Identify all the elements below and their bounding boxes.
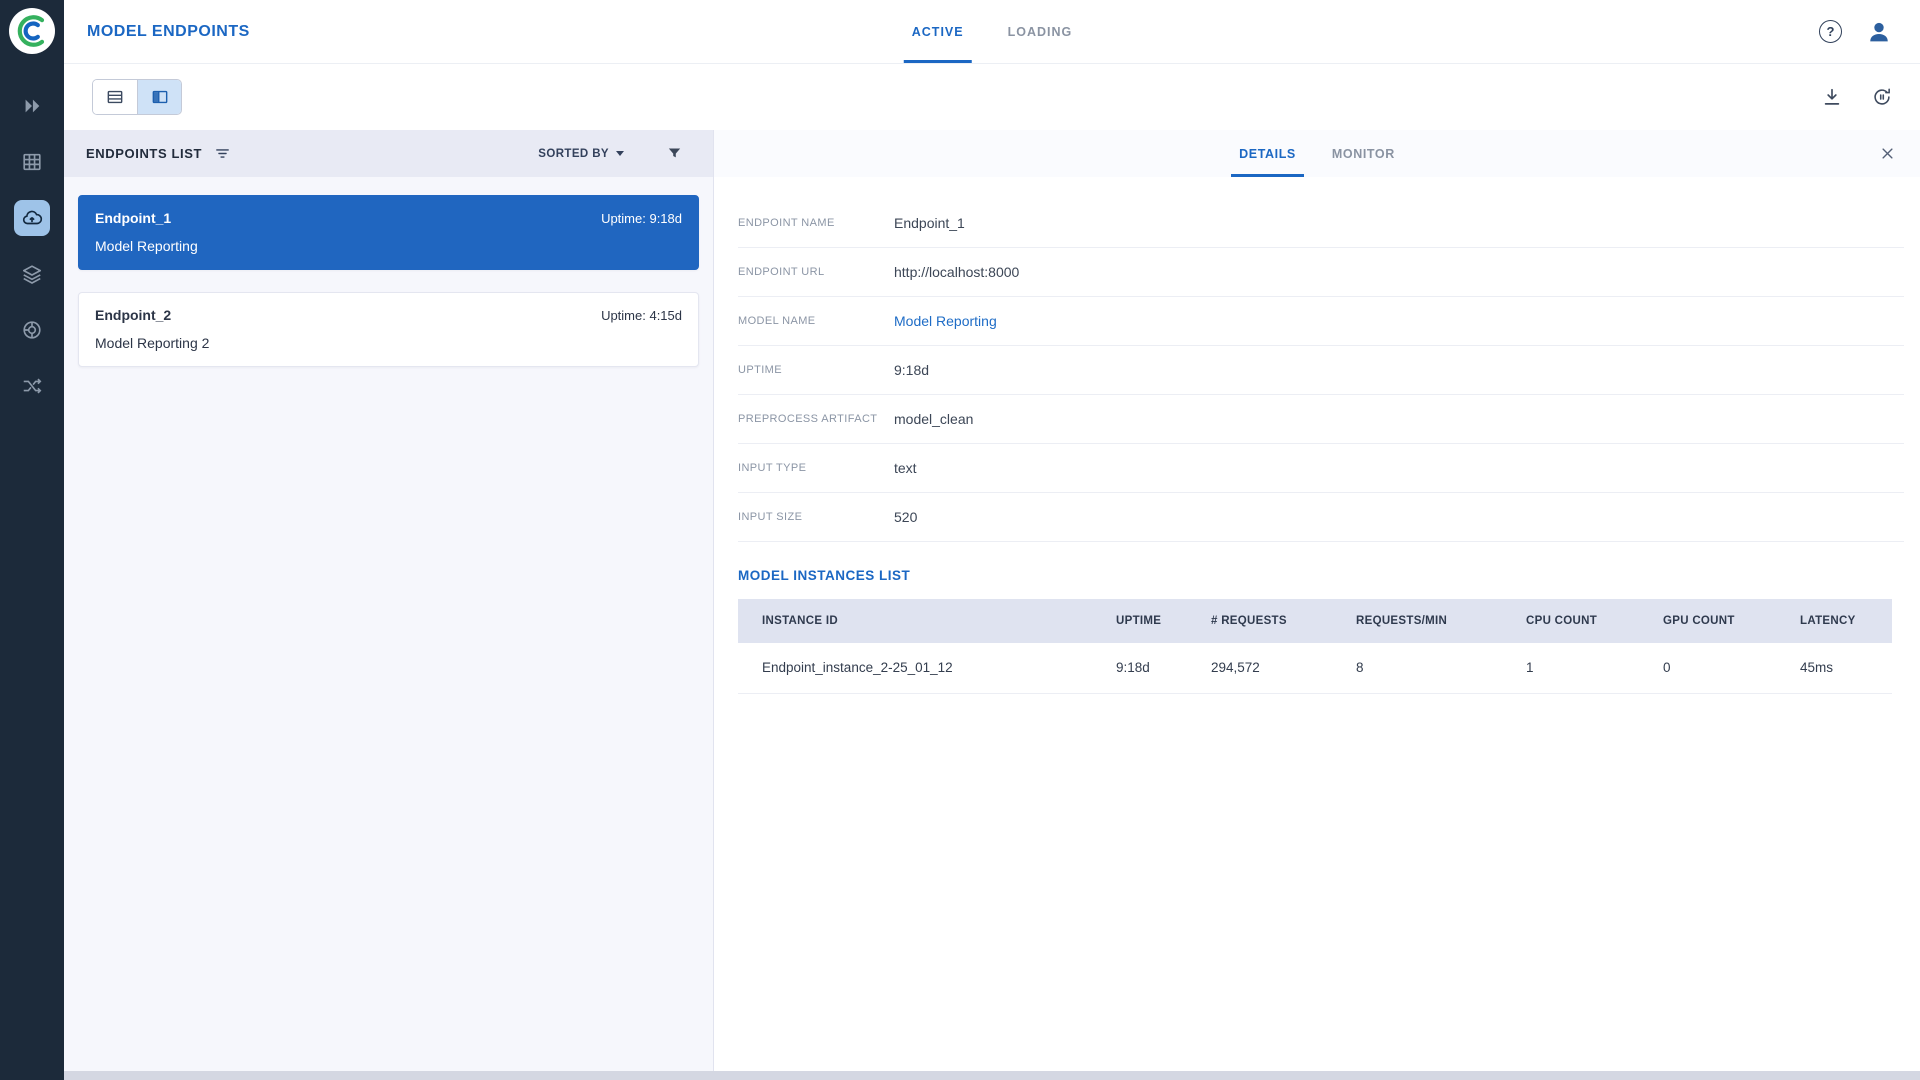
- top-header: MODEL ENDPOINTS ACTIVE LOADING ?: [64, 0, 1920, 64]
- endpoints-list-title: ENDPOINTS LIST: [86, 146, 202, 161]
- field-row: MODEL NAME Model Reporting: [738, 297, 1904, 346]
- field-row: INPUT TYPE text: [738, 444, 1904, 493]
- projects-grid-icon[interactable]: [14, 144, 50, 180]
- endpoint-item-top: Endpoint_2 Uptime: 4:15d: [95, 307, 682, 323]
- col-requests-min: REQUESTS/MIN: [1348, 599, 1518, 643]
- filter-list-icon[interactable]: [214, 145, 231, 162]
- endpoint-list-item[interactable]: Endpoint_2 Uptime: 4:15d Model Reporting…: [78, 292, 699, 367]
- cell-latency: 45ms: [1792, 643, 1892, 693]
- download-icon[interactable]: [1820, 85, 1844, 109]
- logo-glyph: [12, 11, 52, 51]
- sorted-by-label: SORTED BY: [538, 148, 609, 160]
- sidebar: [0, 0, 64, 1080]
- col-instance-id: INSTANCE ID: [738, 599, 1108, 643]
- header-right: ?: [1819, 17, 1894, 47]
- cell-requests: 294,572: [1203, 643, 1348, 693]
- table-view-icon[interactable]: [93, 80, 137, 114]
- model-endpoints-icon[interactable]: [14, 200, 50, 236]
- field-value: Endpoint_1: [894, 215, 965, 231]
- col-requests: # REQUESTS: [1203, 599, 1348, 643]
- main-area: MODEL ENDPOINTS ACTIVE LOADING ?: [64, 0, 1920, 1080]
- toolbar-right: [1820, 85, 1894, 109]
- field-value: http://localhost:8000: [894, 264, 1019, 280]
- model-instances-title: MODEL INSTANCES LIST: [738, 568, 1892, 583]
- field-label: UPTIME: [738, 364, 894, 376]
- field-label: MODEL NAME: [738, 315, 894, 327]
- table-header-row: INSTANCE ID UPTIME # REQUESTS REQUESTS/M…: [738, 599, 1892, 643]
- endpoint-name: Endpoint_1: [95, 210, 171, 226]
- filter-funnel-icon[interactable]: [666, 145, 683, 162]
- datasets-icon[interactable]: [14, 312, 50, 348]
- horizontal-scrollbar[interactable]: [64, 1071, 1920, 1080]
- tab-active[interactable]: ACTIVE: [890, 0, 986, 63]
- cell-instance-id: Endpoint_instance_2-25_01_12: [738, 643, 1108, 693]
- model-instances-table: INSTANCE ID UPTIME # REQUESTS REQUESTS/M…: [738, 599, 1892, 694]
- header-tabs: ACTIVE LOADING: [890, 0, 1094, 63]
- double-chevron-icon[interactable]: [14, 88, 50, 124]
- sorted-by-dropdown[interactable]: SORTED BY: [538, 148, 624, 160]
- field-row: INPUT SIZE 520: [738, 493, 1904, 542]
- endpoint-model: Model Reporting 2: [95, 335, 682, 351]
- details-fields: ENDPOINT NAME Endpoint_1 ENDPOINT URL ht…: [738, 199, 1904, 542]
- table-row[interactable]: Endpoint_instance_2-25_01_12 9:18d 294,5…: [738, 643, 1892, 693]
- layers-icon[interactable]: [14, 256, 50, 292]
- endpoint-item-top: Endpoint_1 Uptime: 9:18d: [95, 210, 682, 226]
- content-split: ENDPOINTS LIST SORTED BY En: [64, 130, 1920, 1079]
- close-icon[interactable]: [1876, 143, 1898, 165]
- clearml-logo[interactable]: [9, 8, 55, 54]
- help-icon[interactable]: ?: [1819, 20, 1842, 43]
- field-label: INPUT TYPE: [738, 462, 894, 474]
- col-gpu-count: GPU COUNT: [1655, 599, 1792, 643]
- endpoint-uptime: Uptime: 9:18d: [601, 211, 682, 226]
- col-uptime: UPTIME: [1108, 599, 1203, 643]
- pipelines-icon[interactable]: [14, 368, 50, 404]
- tab-monitor[interactable]: MONITOR: [1314, 130, 1413, 177]
- endpoint-name: Endpoint_2: [95, 307, 171, 323]
- field-value: text: [894, 460, 917, 476]
- toolbar: [64, 64, 1920, 130]
- cell-cpu-count: 1: [1518, 643, 1655, 693]
- cell-gpu-count: 0: [1655, 643, 1792, 693]
- details-tabs-bar: DETAILS MONITOR: [714, 130, 1920, 177]
- endpoint-model: Model Reporting: [95, 238, 682, 254]
- app-root: MODEL ENDPOINTS ACTIVE LOADING ?: [0, 0, 1920, 1080]
- field-row: ENDPOINT NAME Endpoint_1: [738, 199, 1904, 248]
- endpoints-panel: ENDPOINTS LIST SORTED BY En: [64, 130, 714, 1079]
- auto-refresh-icon[interactable]: [1870, 85, 1894, 109]
- endpoints-panel-header: ENDPOINTS LIST SORTED BY: [64, 130, 713, 177]
- details-panel: DETAILS MONITOR ENDPOINT NAME Endpoint_1…: [714, 130, 1920, 1079]
- tab-loading[interactable]: LOADING: [986, 0, 1095, 63]
- field-value: 520: [894, 509, 917, 525]
- split-view-icon[interactable]: [137, 80, 181, 114]
- field-label: PREPROCESS ARTIFACT: [738, 413, 894, 425]
- user-avatar-icon[interactable]: [1864, 17, 1894, 47]
- cell-requests-min: 8: [1348, 643, 1518, 693]
- field-value: 9:18d: [894, 362, 929, 378]
- col-latency: LATENCY: [1792, 599, 1892, 643]
- chevron-down-icon: [616, 151, 624, 156]
- field-value: model_clean: [894, 411, 973, 427]
- tab-details[interactable]: DETAILS: [1221, 130, 1314, 177]
- col-cpu-count: CPU COUNT: [1518, 599, 1655, 643]
- model-name-link[interactable]: Model Reporting: [894, 313, 997, 329]
- details-body: ENDPOINT NAME Endpoint_1 ENDPOINT URL ht…: [714, 177, 1920, 1079]
- model-instances-section: MODEL INSTANCES LIST INSTANCE ID UPTIME …: [738, 568, 1892, 694]
- view-toggle-group: [92, 79, 182, 115]
- endpoint-list-item[interactable]: Endpoint_1 Uptime: 9:18d Model Reporting: [78, 195, 699, 270]
- field-row: PREPROCESS ARTIFACT model_clean: [738, 395, 1904, 444]
- cell-uptime: 9:18d: [1108, 643, 1203, 693]
- field-label: ENDPOINT URL: [738, 266, 894, 278]
- field-row: UPTIME 9:18d: [738, 346, 1904, 395]
- endpoint-uptime: Uptime: 4:15d: [601, 308, 682, 323]
- field-label: INPUT SIZE: [738, 511, 894, 523]
- field-row: ENDPOINT URL http://localhost:8000: [738, 248, 1904, 297]
- page-title: MODEL ENDPOINTS: [87, 23, 250, 41]
- endpoints-list: Endpoint_1 Uptime: 9:18d Model Reporting…: [64, 177, 713, 1079]
- field-label: ENDPOINT NAME: [738, 217, 894, 229]
